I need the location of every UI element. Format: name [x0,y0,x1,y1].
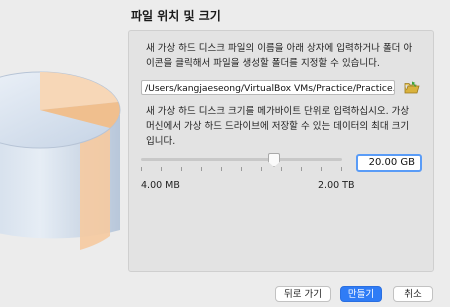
slider-tick [221,167,222,171]
size-range-max-label: 2.00 TB [318,180,355,191]
slider-ticks [141,167,342,171]
size-description-line: 머신에서 가상 하드 드라이브에 저장할 수 있는 데이터의 최대 크기 [146,121,410,132]
location-description-line: 이콘을 클릭해서 파일을 생성할 폴더를 지정할 수 있습니다. [146,58,380,69]
create-button[interactable]: 만들기 [340,286,382,302]
slider-tick [201,167,202,171]
slider-thumb[interactable] [268,153,280,167]
size-description-line: 새 가상 하드 디스크 크기를 메가바이트 단위로 입력하십시오. 가상 [146,106,410,117]
disk-size-slider[interactable] [141,152,342,174]
hard-disk-illustration [0,71,121,250]
slider-track[interactable] [141,158,342,161]
slider-tick [341,167,342,171]
slider-tick [281,167,282,171]
folder-browse-icon[interactable] [404,80,420,96]
location-description: 새 가상 하드 디스크 파일의 이름을 아래 상자에 입력하거나 폴더 아 이콘… [146,41,412,71]
size-description-line: 입니다. [146,136,176,147]
slider-tick [181,167,182,171]
slider-tick [241,167,242,171]
slider-tick [141,167,142,171]
back-button[interactable]: 뒤로 가기 [275,286,331,302]
location-description-line: 새 가상 하드 디스크 파일의 이름을 아래 상자에 입력하거나 폴더 아 [146,43,413,54]
size-description: 새 가상 하드 디스크 크기를 메가바이트 단위로 입력하십시오. 가상 머신에… [146,104,409,149]
slider-tick [261,167,262,171]
slider-tick [321,167,322,171]
disk-size-input[interactable]: 20.00 GB [356,154,422,172]
page-title: 파일 위치 및 크기 [131,9,221,23]
create-virtual-hard-disk-dialog: 파일 위치 및 크기 새 가상 하드 디스크 파일의 이름을 아래 상자에 입력… [0,0,450,307]
size-range-min-label: 4.00 MB [141,180,180,191]
slider-tick [161,167,162,171]
file-location-input[interactable]: /Users/kangjaeseong/VirtualBox VMs/Pract… [141,80,395,95]
cancel-button[interactable]: 취소 [393,286,433,302]
slider-tick [301,167,302,171]
